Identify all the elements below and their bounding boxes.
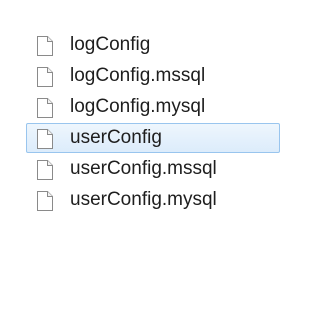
file-list: logConfig logConfig.mssql logConfig.mysq… xyxy=(0,0,312,311)
file-name: logConfig.mysql xyxy=(70,96,206,117)
file-icon xyxy=(34,128,56,150)
file-item-logconfig-mssql[interactable]: logConfig.mssql xyxy=(26,61,280,91)
file-name: userConfig.mysql xyxy=(70,189,217,210)
file-item-userconfig[interactable]: userConfig xyxy=(26,123,280,153)
file-name: userConfig.mssql xyxy=(70,158,217,179)
file-icon xyxy=(34,97,56,119)
file-icon xyxy=(34,66,56,88)
file-icon xyxy=(34,190,56,212)
file-item-userconfig-mssql[interactable]: userConfig.mssql xyxy=(26,154,280,184)
file-item-userconfig-mysql[interactable]: userConfig.mysql xyxy=(26,185,280,215)
file-name: logConfig.mssql xyxy=(70,65,206,86)
file-name: logConfig xyxy=(70,34,151,55)
file-icon xyxy=(34,159,56,181)
file-name: userConfig xyxy=(70,127,162,148)
file-item-logconfig-mysql[interactable]: logConfig.mysql xyxy=(26,92,280,122)
file-icon xyxy=(34,35,56,57)
file-item-logconfig[interactable]: logConfig xyxy=(26,30,280,60)
